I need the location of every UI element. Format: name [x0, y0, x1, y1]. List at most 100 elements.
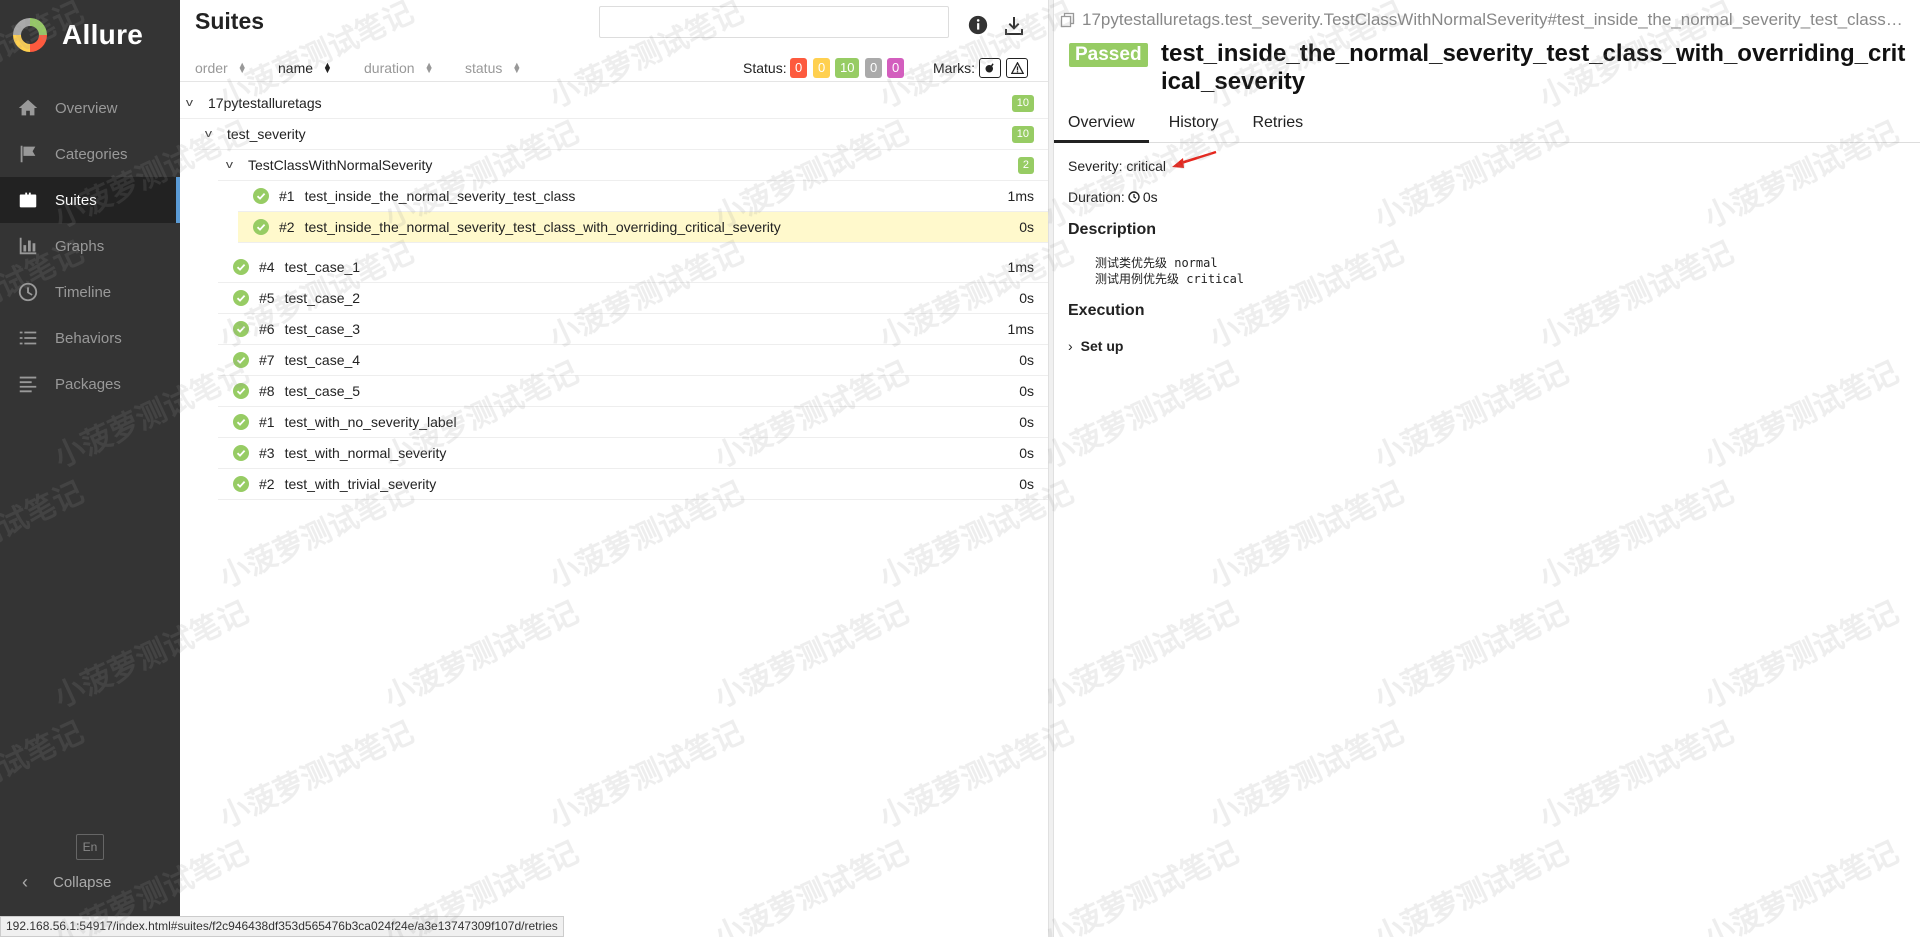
sort-status[interactable]: status ▲ ▼ [465, 60, 521, 76]
group-label: test_severity [227, 126, 306, 142]
group-label: 17pytestalluretags [208, 95, 322, 111]
test-number: #3 [259, 445, 275, 461]
test-path-text: 17pytestalluretags.test_severity.TestCla… [1082, 10, 1910, 29]
tab-overview[interactable]: Overview [1054, 108, 1149, 143]
test-duration: 0s [1019, 476, 1034, 492]
tree-group-module[interactable]: v test_severity 10 [199, 119, 1048, 150]
description-body: 测试类优先级 normal 测试用例优先级 critical [1095, 255, 1244, 287]
search-input[interactable] [599, 6, 949, 38]
test-row[interactable]: #7 test_case_4 0s [218, 345, 1048, 376]
passed-check-icon [253, 219, 269, 235]
status-badge: Passed [1069, 43, 1148, 67]
setup-toggle[interactable]: › Set up [1068, 338, 1123, 354]
test-row[interactable]: #5 test_case_2 0s [218, 283, 1048, 314]
test-duration: 1ms [1007, 259, 1034, 275]
collapse-button[interactable]: ‹ Collapse [22, 872, 111, 893]
warning-icon [1010, 61, 1024, 74]
test-name: test_case_3 [284, 321, 361, 337]
clock-icon [17, 281, 39, 303]
count-badge: 2 [1017, 157, 1034, 174]
status-unknown-toggle[interactable]: 0 [887, 58, 905, 78]
status-broken-toggle[interactable]: 0 [813, 58, 831, 78]
passed-check-icon [233, 414, 249, 430]
test-number: #2 [259, 476, 275, 492]
test-name: test_inside_the_normal_severity_test_cla… [304, 219, 781, 235]
tab-history[interactable]: History [1155, 108, 1233, 143]
bomb-icon [985, 63, 994, 73]
test-row[interactable]: #6 test_case_3 1ms [218, 314, 1048, 345]
test-row[interactable]: #1 test_inside_the_normal_severity_test_… [238, 181, 1048, 212]
sidebar-item-label: Graphs [55, 237, 105, 255]
test-number: #8 [259, 383, 275, 399]
new-failed-mark-toggle[interactable] [1006, 58, 1028, 78]
test-row[interactable]: #3 test_with_normal_severity 0s [218, 438, 1048, 469]
sidebar-item-overview[interactable]: Overview [0, 85, 180, 131]
test-row[interactable]: #4 test_case_1 1ms [218, 252, 1048, 283]
passed-check-icon [233, 290, 249, 306]
sidebar-item-behaviors[interactable]: Behaviors [0, 315, 180, 361]
duration-value: 0s [1142, 189, 1158, 205]
bar-chart-icon [17, 235, 39, 257]
sort-duration[interactable]: duration ▲ ▼ [364, 60, 434, 76]
chevron-down-icon: v [185, 97, 194, 109]
test-full-path[interactable]: 17pytestalluretags.test_severity.TestCla… [1060, 10, 1910, 30]
test-row[interactable]: #2 test_with_trivial_severity 0s [218, 469, 1048, 500]
sort-arrows-icon: ▲ ▼ [512, 60, 522, 75]
flaky-mark-toggle[interactable] [979, 58, 1001, 78]
allure-logo-icon [13, 18, 47, 52]
sidebar-item-label: Overview [55, 99, 118, 117]
test-name: test_with_no_severity_label [284, 414, 457, 430]
sidebar-item-categories[interactable]: Categories [0, 131, 180, 177]
info-button[interactable] [967, 14, 991, 38]
test-number: #1 [279, 188, 295, 204]
brand[interactable]: Allure [0, 0, 180, 70]
sort-arrows-icon: ▲ ▼ [323, 60, 332, 75]
passed-check-icon [233, 321, 249, 337]
status-passed-toggle[interactable]: 10 [835, 58, 860, 78]
test-duration: 0s [1019, 352, 1034, 368]
sort-bar: order ▲ ▼ name ▲ ▼ duration ▲ ▼ status ▲ ▼ Statu… [180, 56, 1048, 82]
test-name: test_with_trivial_severity [284, 476, 437, 492]
test-number: #1 [259, 414, 275, 430]
status-failed-toggle[interactable]: 0 [790, 58, 808, 78]
test-name: test_case_5 [284, 383, 361, 399]
tab-retries[interactable]: Retries [1238, 108, 1317, 143]
test-row[interactable]: #8 test_case_5 0s [218, 376, 1048, 407]
test-row[interactable]: #1 test_with_no_severity_label 0s [218, 407, 1048, 438]
test-number: #5 [259, 290, 275, 306]
sidebar-item-timeline[interactable]: Timeline [0, 269, 180, 315]
sidebar-item-label: Behaviors [55, 329, 122, 347]
setup-label: Set up [1080, 338, 1124, 354]
copy-icon[interactable] [1060, 12, 1076, 28]
test-name: test_with_normal_severity [284, 445, 447, 461]
test-duration: 0s [1019, 290, 1034, 306]
test-duration: 0s [1019, 219, 1034, 235]
sidebar-item-graphs[interactable]: Graphs [0, 223, 180, 269]
test-number: #7 [259, 352, 275, 368]
briefcase-icon [17, 189, 39, 211]
sort-name[interactable]: name ▲ ▼ [278, 60, 332, 76]
passed-check-icon [233, 352, 249, 368]
chevron-down-icon: v [204, 128, 213, 140]
test-detail-pane: 17pytestalluretags.test_severity.TestCla… [1054, 0, 1920, 937]
sidebar-item-label: Timeline [55, 283, 112, 301]
sidebar-item-suites[interactable]: Suites [0, 177, 180, 223]
flag-icon [17, 143, 39, 165]
test-duration: 1ms [1007, 321, 1034, 337]
test-duration: 0s [1019, 445, 1034, 461]
status-filter-label: Status: [743, 60, 787, 76]
tree-group-class[interactable]: v TestClassWithNormalSeverity 2 [218, 150, 1048, 181]
tree-group-root[interactable]: v 17pytestalluretags 10 [180, 88, 1048, 119]
test-row-selected[interactable]: #2 test_inside_the_normal_severity_test_… [238, 212, 1048, 243]
sidebar-item-label: Categories [55, 145, 128, 163]
sort-arrows-icon: ▲ ▼ [237, 60, 247, 75]
download-button[interactable] [1002, 14, 1026, 38]
list-icon [17, 327, 39, 349]
passed-check-icon [253, 188, 269, 204]
status-skipped-toggle[interactable]: 0 [865, 58, 883, 78]
language-switch[interactable]: En [76, 834, 104, 860]
sort-order[interactable]: order ▲ ▼ [195, 60, 247, 76]
sidebar-item-packages[interactable]: Packages [0, 361, 180, 407]
test-duration: 0s [1019, 414, 1034, 430]
sidebar: Allure Overview Categories Suites Graphs… [0, 0, 180, 937]
